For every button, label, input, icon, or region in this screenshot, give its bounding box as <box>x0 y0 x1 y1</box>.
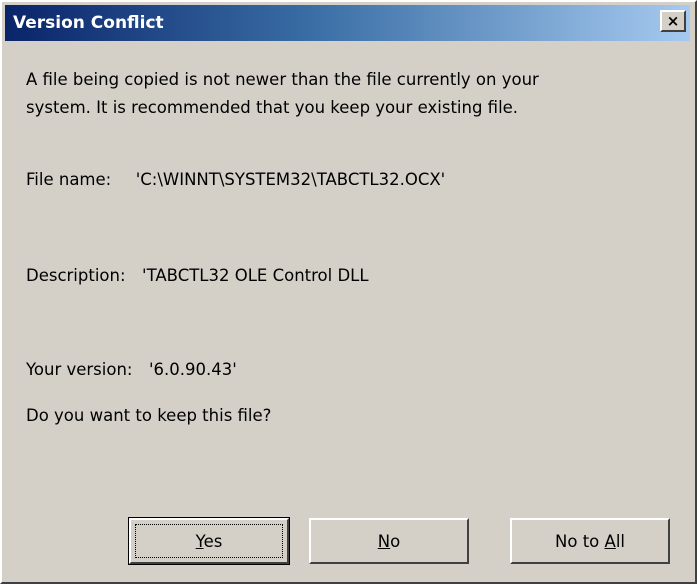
version-conflict-dialog: Version Conflict × A file being copied i… <box>0 0 697 584</box>
no-button[interactable]: No <box>309 518 469 564</box>
file-name-row: File name: 'C:\WINNT\SYSTEM32\TABCTL32.O… <box>26 170 445 189</box>
close-icon: × <box>666 11 680 30</box>
description-row: Description: 'TABCTL32 OLE Control DLL <box>26 266 369 285</box>
title-bar[interactable]: Version Conflict × <box>5 5 690 41</box>
yes-button[interactable]: Yes <box>128 517 290 565</box>
close-button[interactable]: × <box>660 10 686 32</box>
dialog-title: Version Conflict <box>13 13 164 33</box>
version-label: Your version: <box>26 360 133 379</box>
message-line-1: A file being copied is not newer than th… <box>26 70 539 89</box>
file-name-value: 'C:\WINNT\SYSTEM32\TABCTL32.OCX' <box>135 170 446 189</box>
focus-rectangle <box>135 524 283 558</box>
keep-file-question: Do you want to keep this file? <box>26 406 272 425</box>
description-label: Description: <box>26 266 126 285</box>
no-to-all-button-label: No to All <box>555 531 625 551</box>
description-value: 'TABCTL32 OLE Control DLL <box>142 266 369 285</box>
no-button-label: No <box>377 531 401 551</box>
version-row: Your version: '6.0.90.43' <box>26 360 237 379</box>
version-value: '6.0.90.43' <box>148 360 237 379</box>
no-to-all-button[interactable]: No to All <box>510 518 670 564</box>
message-line-2: system. It is recommended that you keep … <box>26 98 519 117</box>
file-name-label: File name: <box>26 170 112 189</box>
